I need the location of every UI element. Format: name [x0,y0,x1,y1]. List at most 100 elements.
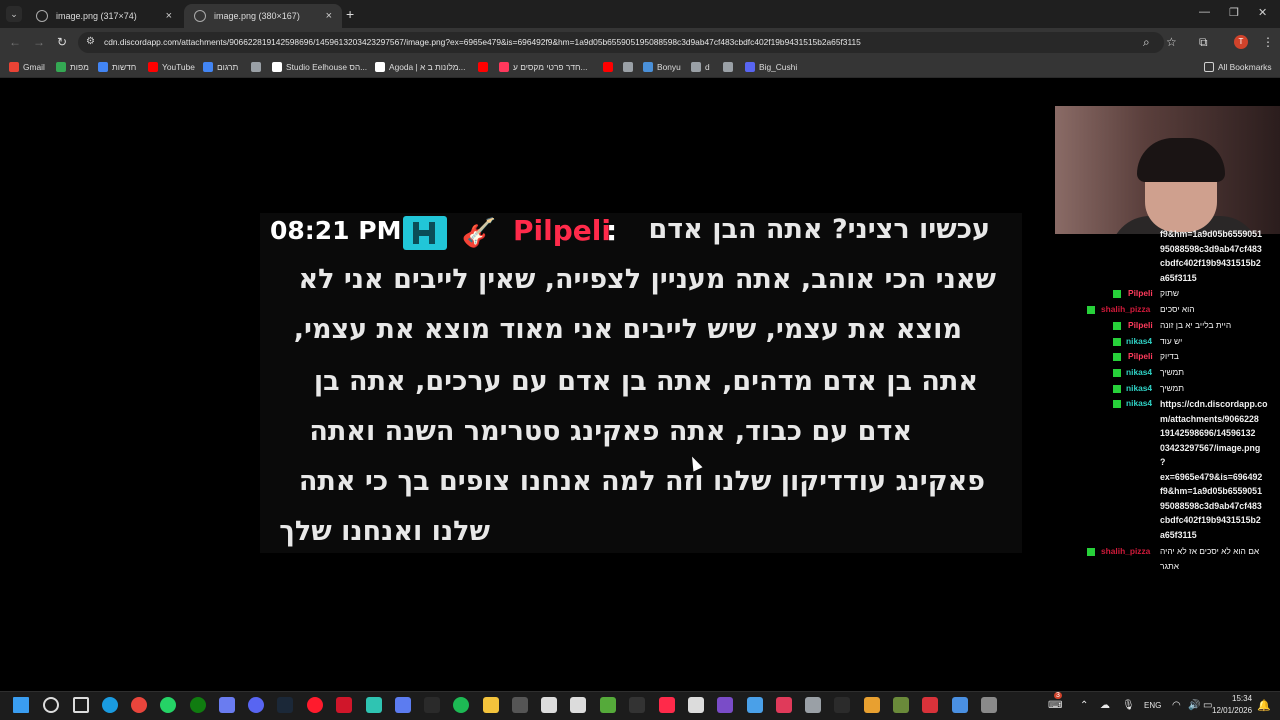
chat-username[interactable]: nikas4 [1126,367,1152,377]
steam-icon[interactable] [277,697,293,713]
microphone-icon[interactable]: 🎙 [1122,700,1135,711]
new-tab-button[interactable]: + [346,6,354,22]
wifi-icon[interactable]: ◠ [1172,700,1181,711]
chat-username[interactable]: Pilpeli [1128,288,1153,298]
app-icon-1[interactable] [366,697,382,713]
notification-tray-icon[interactable]: ⌨ [1048,700,1062,711]
spotify-icon[interactable] [453,697,469,713]
app-icon-7[interactable] [776,697,792,713]
profile-avatar[interactable]: T [1234,35,1248,49]
app-icon-13[interactable] [981,697,997,713]
volume-icon[interactable]: 🔊 [1188,700,1200,711]
url-text[interactable]: cdn.discordapp.com/attachments/906622819… [104,37,861,47]
hash-badge-icon [403,216,447,250]
epic-games-icon[interactable] [834,697,850,713]
chat-username[interactable]: Pilpeli [1128,351,1153,361]
capcut-icon[interactable] [570,697,586,713]
discord-icon[interactable] [248,697,264,713]
chat-username[interactable]: nikas4 [1126,383,1152,393]
globe-icon [36,10,48,22]
close-window-button[interactable]: ✕ [1258,6,1267,19]
app-icon-10[interactable] [893,697,909,713]
language-indicator[interactable]: ENG [1144,701,1161,710]
bookmark-item[interactable]: תרגום [203,61,238,73]
bookmark-item[interactable] [603,61,617,73]
bookmark-star-icon[interactable]: ☆ [1166,35,1177,49]
whatsapp-icon[interactable] [160,697,176,713]
tab-image-317[interactable]: image.png (317×74) × [26,4,182,28]
app-icon-2[interactable] [395,697,411,713]
media-icon[interactable] [336,697,352,713]
search-icon[interactable] [43,697,59,713]
maximize-button[interactable]: ❐ [1229,6,1239,19]
message-line-2: שאני הכי אוהב, אתה מעניין לצפייה, שאין ל… [298,264,996,295]
opera-icon[interactable] [307,697,323,713]
bookmark-item[interactable]: Bonyu [643,61,681,73]
bookmark-item[interactable]: חדר פרטי מקסים ע... [499,61,587,73]
epic-icon[interactable] [541,697,557,713]
bookmark-item[interactable] [723,61,737,73]
app-icon-3[interactable] [424,697,440,713]
tab-close-button[interactable]: × [166,10,172,22]
onedrive-icon[interactable]: ☁ [1100,700,1110,711]
tab-close-button[interactable]: × [326,10,332,22]
app-icon-8[interactable] [805,697,821,713]
clock-time[interactable]: 15:34 [1232,694,1252,703]
bookmark-item[interactable]: Studio Eelhouse הס... [272,61,367,73]
chat-username[interactable]: Pilpeli [1128,320,1153,330]
all-bookmarks-button[interactable]: All Bookmarks [1204,61,1272,73]
extensions-icon[interactable]: ⧉ [1199,35,1208,50]
back-icon[interactable]: ← [9,35,21,49]
bell-icon[interactable]: 🔔 [1257,699,1271,712]
bookmark-item[interactable] [623,61,637,73]
app-icon-6[interactable] [747,697,763,713]
chat-username[interactable]: shalih_pizza [1101,546,1150,556]
bookmark-favicon-icon [9,62,19,72]
reload-icon[interactable]: ↻ [57,35,67,49]
edge-icon[interactable] [102,697,118,713]
bookmark-item[interactable]: YouTube [148,61,195,73]
chevron-up-icon[interactable]: ⌃ [1080,700,1088,711]
chrome-icon[interactable] [131,697,147,713]
clock-date[interactable]: 12/01/2026 [1212,706,1252,715]
tab-search-button[interactable]: ⌄ [6,6,22,22]
folder-icon [1204,62,1214,72]
zoom-icon[interactable]: ⌕ [1143,35,1150,50]
tab-image-380[interactable]: image.png (380×167) × [184,4,342,28]
bookmark-item[interactable] [478,61,492,73]
bookmark-item[interactable]: מפות [56,61,89,73]
app-icon-11[interactable] [922,697,938,713]
clapper-icon[interactable] [717,697,733,713]
more-menu-icon[interactable]: ⋮ [1262,35,1274,49]
windows-start-icon[interactable] [13,697,29,713]
heart-icon[interactable] [659,697,675,713]
notepad-icon[interactable] [688,697,704,713]
xbox-icon[interactable] [190,697,206,713]
chat-username[interactable]: nikas4 [1126,398,1152,408]
task-view-icon[interactable] [73,697,89,713]
chat-message-text: בדיוק [1160,351,1179,361]
bookmark-item[interactable] [251,61,265,73]
copilot-icon[interactable] [219,697,235,713]
app-icon-12[interactable] [952,697,968,713]
forward-icon[interactable]: → [33,35,45,49]
file-explorer-icon[interactable] [483,697,499,713]
bookmark-item[interactable]: Big_Cushi [745,61,797,73]
moderator-badge-icon [1087,306,1095,314]
moderator-badge-icon [1113,400,1121,408]
chat-username[interactable]: shalih_pizza [1101,304,1150,314]
minimize-button[interactable]: — [1199,6,1210,18]
bookmark-item[interactable]: Agoda | מלונות ב א... [375,61,465,73]
app-icon-4[interactable] [512,697,528,713]
chat-username[interactable]: nikas4 [1126,336,1152,346]
minecraft-icon[interactable] [600,697,616,713]
globe-icon [194,10,206,22]
bookmark-label: מפות [70,62,89,72]
bookmark-item[interactable]: חדשות [98,61,136,73]
site-info-icon[interactable]: ⚙ [86,36,98,48]
bookmark-item[interactable]: d [691,61,710,73]
bookmark-item[interactable]: Gmail [9,61,45,73]
bookmark-label: תרגום [217,62,239,72]
app-icon-5[interactable] [629,697,645,713]
app-icon-9[interactable] [864,697,880,713]
